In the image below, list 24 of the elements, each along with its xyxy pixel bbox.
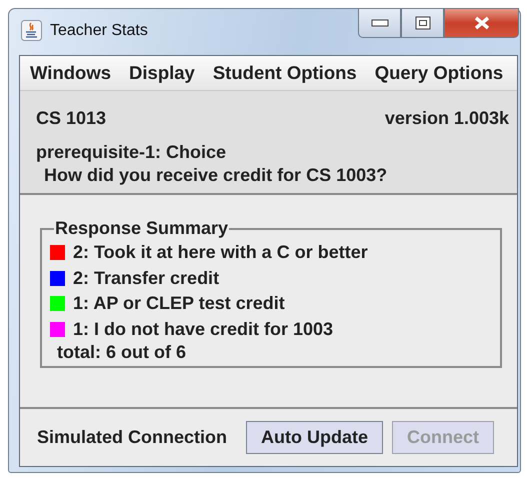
menu-item[interactable]: Query Options [374,62,504,84]
response-label: 1: I do not have credit for 1003 [73,318,334,340]
close-button[interactable] [444,8,519,38]
total-label: total: 6 out of 6 [57,342,187,363]
panel-title: Response Summary [54,218,230,239]
coffee-cup-icon [21,20,42,41]
menu-item[interactable]: Windows [30,62,112,84]
minimize-button[interactable] [358,8,401,38]
update-button[interactable]: Auto Update [246,421,384,454]
response-label: 2: Transfer credit [73,268,220,289]
response-label: 1: AP or CLEP test credit [73,293,285,314]
close-icon [472,16,490,30]
menu-item[interactable]: Display [129,62,195,84]
question-id: prerequisite-1: Choice [36,142,228,163]
connection-status: Simulated Connection [37,427,228,448]
minimize-icon [370,19,388,27]
maximize-icon [414,16,430,30]
response-label: 2: Took it at here with a C or better [73,242,368,264]
course-label: CS 1013 [36,108,106,129]
window-title: Teacher Stats [50,22,148,40]
version-label: version 1.003k [384,108,509,129]
question-text: How did you receive credit for CS 1003? [44,165,388,186]
menu-item[interactable]: Student Options [212,62,357,84]
maximize-button[interactable] [401,8,444,38]
